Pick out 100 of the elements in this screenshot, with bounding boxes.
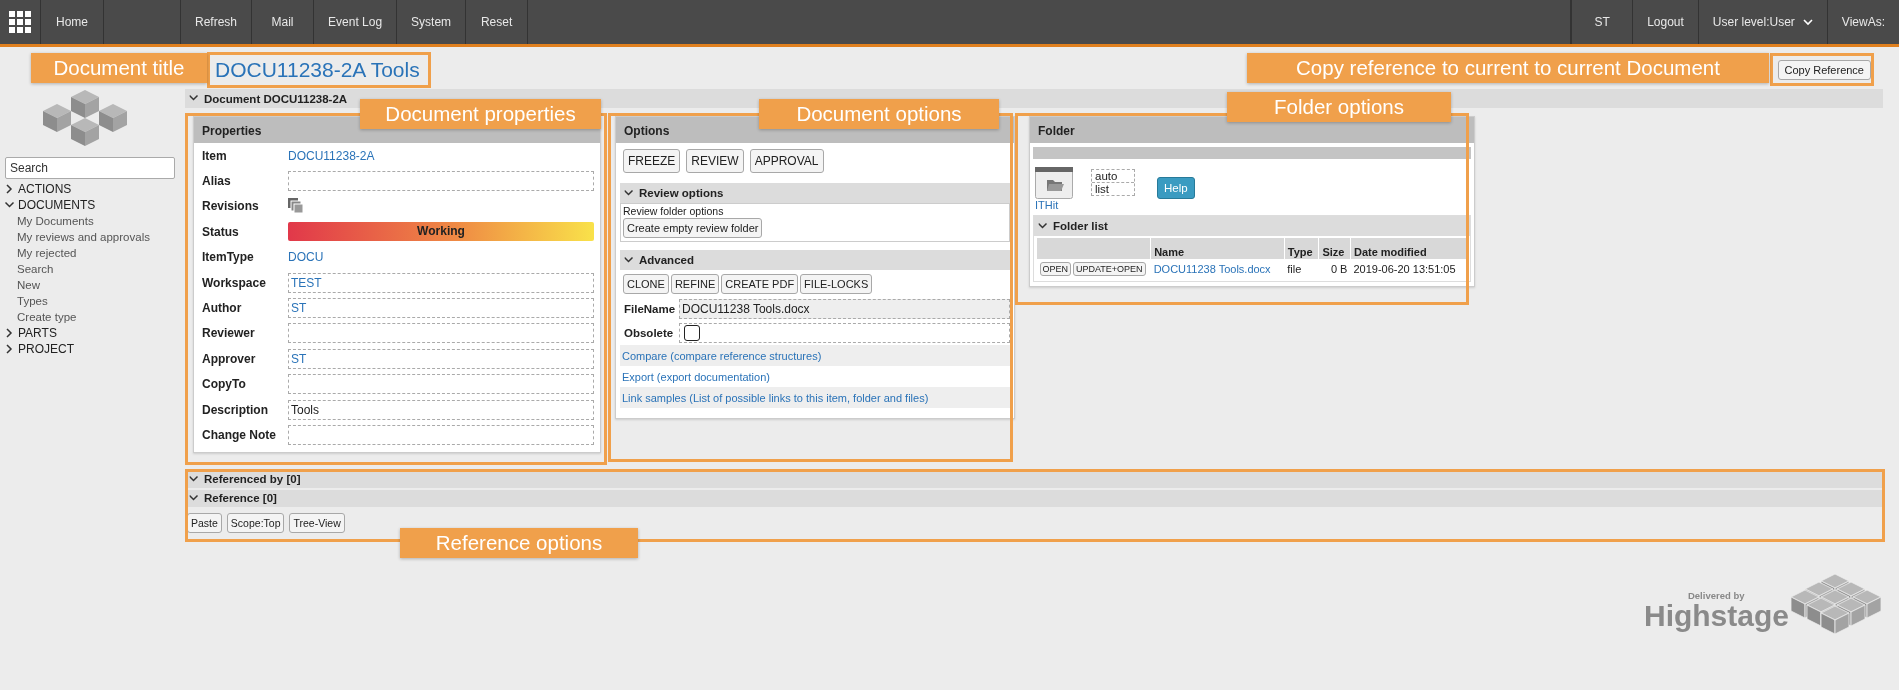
delivered-by-text: Delivered by (1687, 589, 1745, 601)
table-cell: 0 B (1330, 263, 1348, 275)
field-label: Approver (202, 351, 257, 366)
folder-icon[interactable] (1035, 167, 1073, 199)
field-label: Change Note (202, 428, 277, 442)
field-label: Workspace (202, 275, 267, 290)
tree-item[interactable]: PARTS (5, 325, 179, 341)
status-bar: Working (288, 222, 594, 242)
chevron-icon (624, 188, 634, 198)
annotation-label: Folder options (1227, 92, 1451, 122)
nav-item[interactable]: ViewAs: (1826, 0, 1899, 44)
field-label: Revisions (202, 199, 260, 214)
field-label: Alias (202, 174, 232, 189)
view-option[interactable]: list (1092, 182, 1134, 195)
action-button[interactable]: CREATE PDF (721, 274, 799, 294)
input-field[interactable]: ST (288, 298, 594, 319)
action-button[interactable]: FREEZE (623, 149, 681, 173)
column-header: Size (1322, 246, 1345, 258)
search-field[interactable]: Search (5, 157, 175, 179)
checkbox[interactable] (684, 325, 700, 341)
action-button[interactable]: CLONE (623, 274, 669, 294)
input-field[interactable]: Tools (288, 399, 594, 420)
field-label: Description (202, 402, 269, 417)
nav-item[interactable]: Refresh (181, 0, 253, 44)
column-header: Name (1154, 246, 1185, 258)
item-link[interactable]: DOCU (288, 250, 324, 265)
nav-item[interactable]: ST (1571, 0, 1633, 44)
column-header: Date modified (1353, 246, 1427, 258)
option-link[interactable]: Export (export documentation) (622, 370, 770, 383)
field-label: Obsolete (624, 327, 675, 339)
field-label: Item (202, 148, 228, 163)
nav-item[interactable]: System (397, 0, 467, 44)
reference-button[interactable]: Scope:Top (226, 512, 285, 533)
section-header[interactable]: Folder list (1034, 216, 1470, 236)
input-field[interactable]: TEST (288, 272, 594, 293)
revisions-icon (288, 198, 304, 215)
input-field[interactable]: ST (288, 348, 594, 369)
nav-item[interactable]: User level:User (1697, 0, 1827, 44)
tree-item[interactable]: Search (5, 261, 179, 277)
brand-name: Highstage (1643, 600, 1789, 631)
field-label: FileName (624, 303, 677, 315)
annotation-label: Document properties (360, 99, 601, 129)
action-button[interactable]: FILE-LOCKS (800, 274, 873, 294)
tree-item[interactable]: PROJECT (5, 341, 179, 357)
section-header[interactable]: Review options (620, 183, 1010, 203)
chevron-icon (4, 200, 15, 210)
tree-item[interactable]: My rejected (5, 245, 179, 261)
field-label: Status (202, 224, 240, 239)
nav-item[interactable]: Home (41, 0, 104, 44)
reference-button[interactable]: Paste (187, 512, 222, 533)
annotation-label: Document options (759, 99, 999, 129)
tree-item[interactable]: New (5, 277, 179, 293)
nav-item[interactable]: Event Log (314, 0, 398, 44)
field-label: Author (202, 301, 243, 316)
section-header[interactable]: Reference [0] (185, 489, 1883, 507)
input-field[interactable] (288, 374, 594, 395)
action-button[interactable]: REFINE (670, 274, 720, 294)
action-button[interactable]: REVIEW (686, 149, 744, 173)
tree-item[interactable]: My Documents (5, 213, 179, 229)
annotation-label: Document title (31, 53, 207, 83)
nav-item[interactable]: Reset (466, 0, 529, 44)
tree-item[interactable]: Create type (5, 309, 179, 325)
copy-reference-button[interactable]: Copy Reference (1777, 60, 1871, 80)
field-label: CopyTo (202, 377, 247, 392)
chevron-icon (189, 93, 199, 104)
field-label: ItemType (202, 250, 255, 265)
annotation-label: Copy reference to current to current Document (1247, 53, 1769, 83)
section-header[interactable]: Advanced (620, 250, 1010, 270)
annotation-label: Reference options (400, 528, 638, 558)
tree-item[interactable]: My reviews and approvals (5, 229, 179, 245)
table-cell: file (1287, 263, 1302, 275)
section-text: Review folder options (623, 205, 724, 217)
chevron-icon (5, 184, 14, 194)
apps-grid-icon (9, 11, 31, 33)
input-field[interactable]: DOCU11238 Tools.docx (679, 299, 1010, 319)
input-field[interactable] (288, 323, 594, 344)
tree-item[interactable]: DOCUMENTS (5, 197, 179, 213)
view-option[interactable]: auto (1092, 170, 1134, 182)
tree-item[interactable]: ACTIONS (5, 181, 179, 197)
nav-item[interactable]: Logout (1632, 0, 1698, 44)
caret-icon (1802, 18, 1813, 26)
input-field[interactable] (288, 425, 594, 445)
column-header: Type (1287, 246, 1313, 258)
file-action-button[interactable]: UPDATE+OPEN (1073, 262, 1146, 276)
create-folder-button[interactable]: Create empty review folder (623, 218, 763, 238)
document-title: DOCU11238-2A Tools (207, 52, 431, 88)
file-link[interactable]: DOCU11238 Tools.docx (1153, 263, 1271, 275)
field-label: Reviewer (202, 326, 256, 341)
item-link[interactable]: DOCU11238-2A (288, 148, 375, 163)
chevron-icon (1038, 221, 1048, 231)
action-button[interactable]: APPROVAL (749, 149, 824, 173)
reference-button[interactable]: Tree-View (289, 512, 345, 533)
folder-link[interactable]: ITHit (1035, 199, 1073, 211)
nav-item[interactable]: Mail (252, 0, 315, 44)
table-cell: 2019-06-20 13:51:05 (1353, 263, 1456, 275)
file-action-button[interactable]: OPEN (1039, 262, 1071, 276)
chevron-icon (189, 493, 199, 504)
chevron-icon (189, 474, 199, 485)
tree-item[interactable]: Types (5, 293, 179, 309)
input-field[interactable] (288, 171, 594, 192)
